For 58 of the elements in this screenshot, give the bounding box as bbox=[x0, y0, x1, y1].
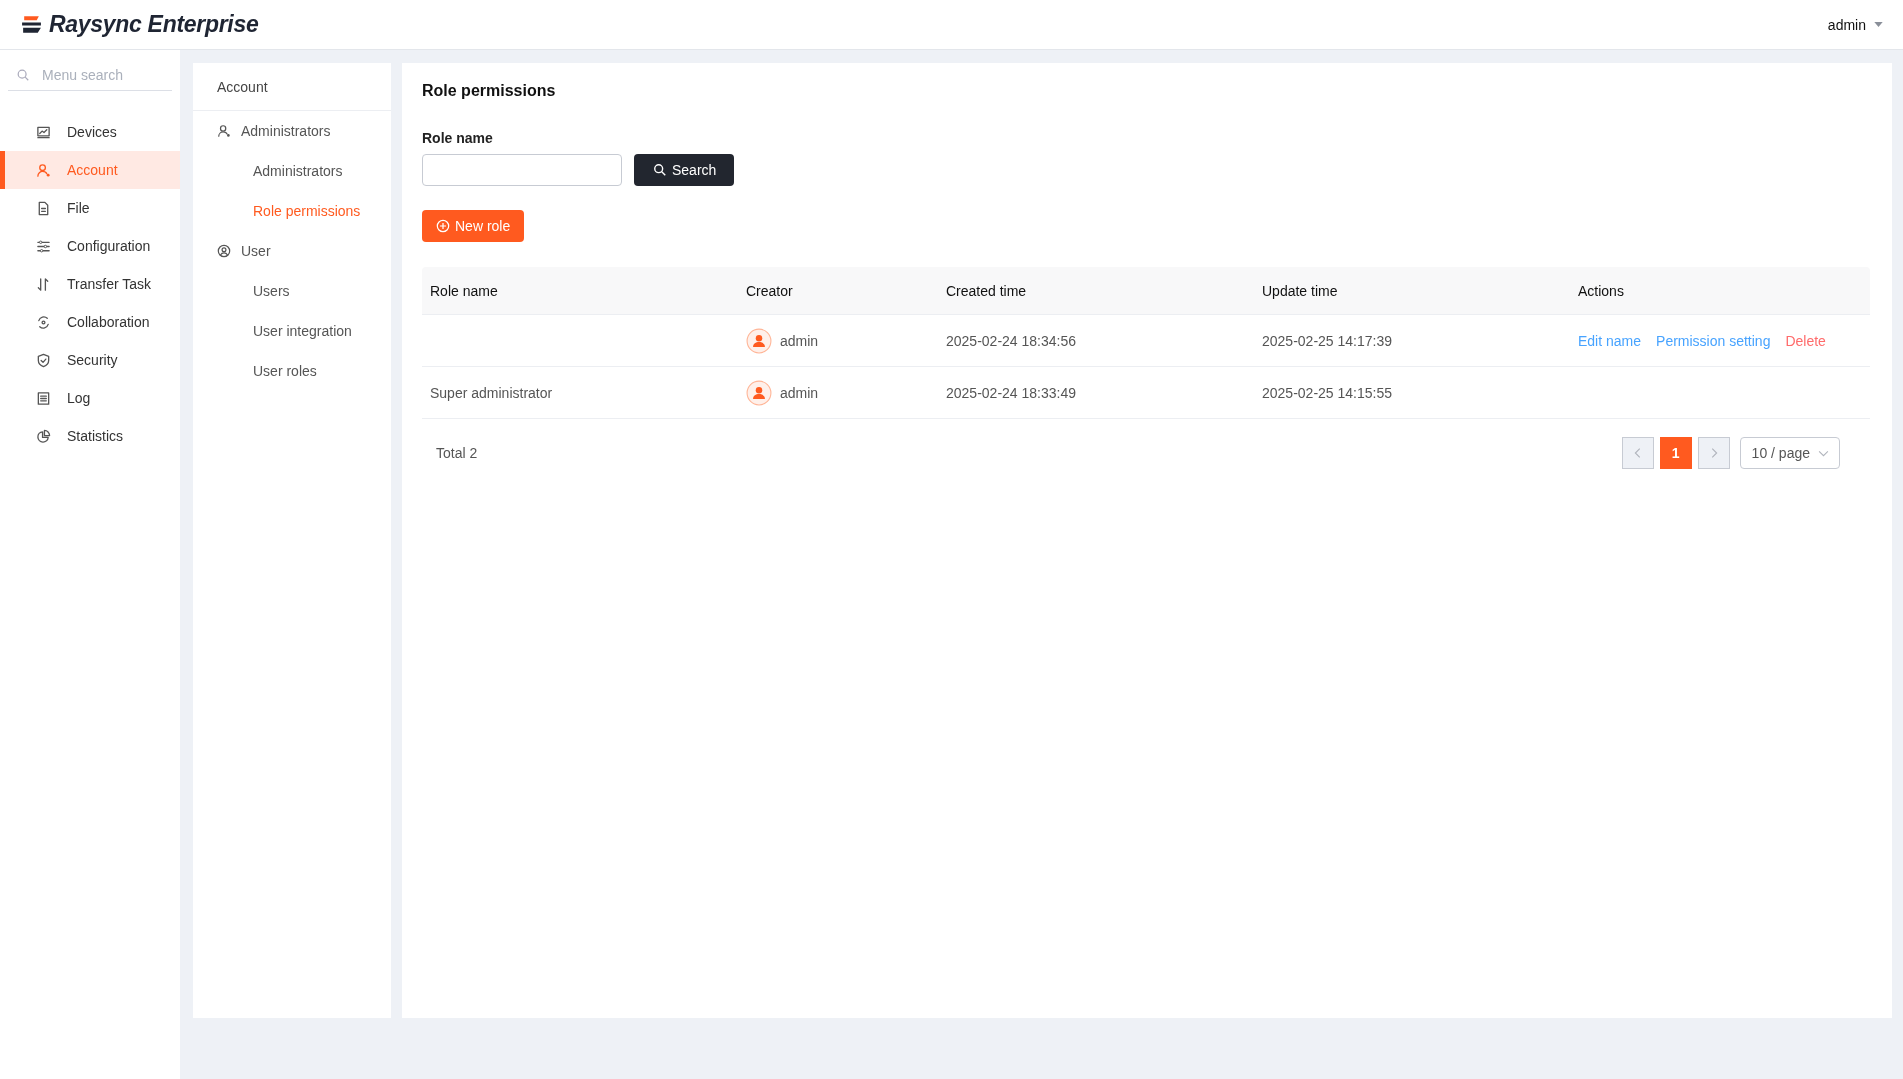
sidebar-item[interactable]: Configuration bbox=[0, 227, 180, 265]
submenu-group[interactable]: Administrators bbox=[193, 111, 391, 151]
sidebar-item[interactable]: Security bbox=[0, 341, 180, 379]
menu-search-field[interactable]: Menu search bbox=[40, 66, 154, 84]
page-size-dropdown[interactable]: 10 / page bbox=[1739, 437, 1840, 469]
table-cell-text: Super administrator bbox=[429, 384, 554, 401]
monitor-icon bbox=[36, 124, 51, 140]
sliders-icon bbox=[36, 238, 51, 254]
user-menu[interactable]: admin bbox=[1827, 16, 1883, 33]
page-title: Role permissions bbox=[422, 82, 557, 100]
file-icon bbox=[36, 200, 51, 216]
cycle-icon bbox=[36, 314, 51, 330]
logo-icon bbox=[20, 14, 43, 35]
submenu-title: Account bbox=[193, 63, 391, 111]
table-cell-text: 2025-02-24 18:34:56 bbox=[945, 332, 1077, 349]
table-cell-text: 2025-02-24 18:33:49 bbox=[945, 384, 1077, 401]
avatar-icon bbox=[746, 327, 772, 354]
next-page-button[interactable] bbox=[1697, 437, 1730, 469]
previous-page-button[interactable] bbox=[1621, 437, 1654, 469]
column-header: Role name bbox=[429, 282, 499, 299]
sidebar-item[interactable]: Log bbox=[0, 379, 180, 417]
user-circle-icon bbox=[217, 244, 231, 258]
plus-circle-icon bbox=[436, 219, 450, 233]
table-cell-text: 2025-02-25 14:15:55 bbox=[1261, 384, 1393, 401]
table-cell-text: 2025-02-25 14:17:39 bbox=[1261, 332, 1393, 349]
pie-chart-icon bbox=[36, 428, 51, 444]
logo-text: Raysync Enterprise bbox=[49, 11, 259, 38]
shield-icon bbox=[36, 352, 51, 368]
sidebar-item[interactable]: Statistics bbox=[0, 417, 180, 455]
sidebar-item[interactable]: Transfer Task bbox=[0, 265, 180, 303]
sidebar-item[interactable]: Devices bbox=[0, 113, 180, 151]
list-icon bbox=[36, 390, 51, 406]
submenu-item[interactable]: Administrators bbox=[193, 151, 391, 191]
avatar-icon bbox=[746, 379, 772, 406]
column-header: Actions bbox=[1577, 282, 1625, 299]
search-icon bbox=[16, 68, 30, 82]
table-cell: admin bbox=[780, 384, 819, 401]
submenu-group[interactable]: User bbox=[193, 231, 391, 271]
caret-icon bbox=[1874, 22, 1883, 27]
column-header: Creator bbox=[745, 282, 794, 299]
column-header: Update time bbox=[1261, 282, 1339, 299]
table-cell: admin bbox=[780, 332, 819, 349]
sidebar-item[interactable]: File bbox=[0, 189, 180, 227]
search-button[interactable]: Search bbox=[634, 154, 735, 186]
column-header: Created time bbox=[945, 282, 1028, 299]
role-name-input[interactable] bbox=[422, 154, 622, 186]
chevron-down-icon bbox=[1818, 449, 1829, 457]
submenu-item[interactable]: Users bbox=[193, 271, 391, 311]
person-icon bbox=[36, 162, 51, 178]
search-icon bbox=[653, 163, 667, 177]
chevron-left-icon bbox=[1632, 446, 1643, 460]
total-count: Total 2 bbox=[436, 445, 478, 461]
submenu-item[interactable]: User roles bbox=[193, 351, 391, 391]
person-icon bbox=[217, 124, 231, 138]
sidebar-item[interactable]: Collaboration bbox=[0, 303, 180, 341]
submenu-item[interactable]: User integration bbox=[193, 311, 391, 351]
field-label: Role name bbox=[422, 130, 494, 146]
up-down-arrows-icon bbox=[36, 276, 51, 292]
